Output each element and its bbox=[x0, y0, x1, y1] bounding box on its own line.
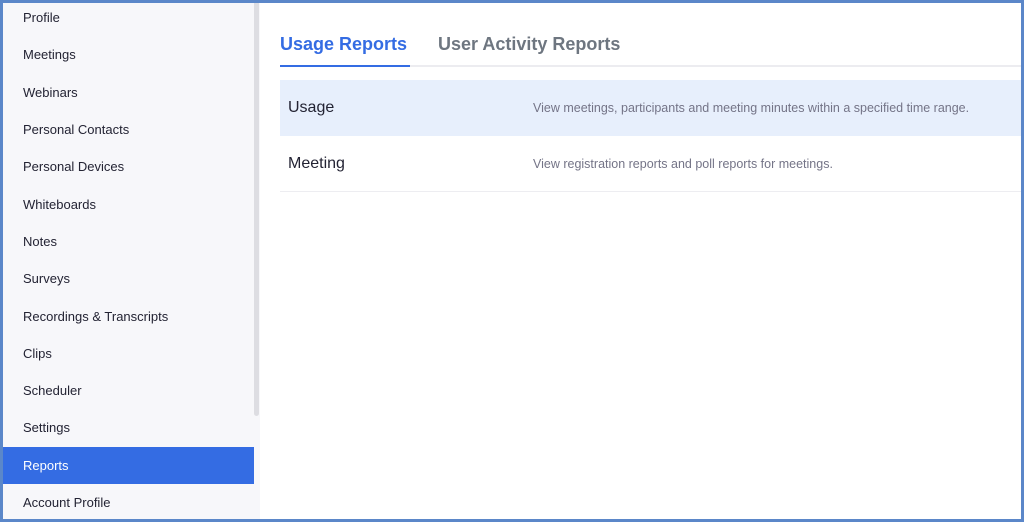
active-tab-indicator bbox=[280, 65, 410, 67]
tab-usage-reports[interactable]: Usage Reports bbox=[280, 34, 407, 55]
app-frame: Profile Meetings Webinars Personal Conta… bbox=[3, 3, 1021, 519]
report-list: Usage View meetings, participants and me… bbox=[280, 80, 1021, 192]
sidebar-item-surveys[interactable]: Surveys bbox=[3, 260, 254, 297]
report-row-meeting[interactable]: Meeting View registration reports and po… bbox=[280, 136, 1021, 192]
sidebar-item-clips[interactable]: Clips bbox=[3, 335, 254, 372]
report-name[interactable]: Meeting bbox=[280, 155, 533, 173]
report-description: View registration reports and poll repor… bbox=[533, 156, 833, 171]
report-name[interactable]: Usage bbox=[280, 99, 533, 117]
sidebar-item-profile[interactable]: Profile bbox=[3, 3, 254, 36]
sidebar-item-meetings[interactable]: Meetings bbox=[3, 36, 254, 73]
sidebar-item-whiteboards[interactable]: Whiteboards bbox=[3, 185, 254, 222]
sidebar-item-notes[interactable]: Notes bbox=[3, 223, 254, 260]
sidebar-list: Profile Meetings Webinars Personal Conta… bbox=[3, 3, 254, 519]
sidebar-item-personal-devices[interactable]: Personal Devices bbox=[3, 148, 254, 185]
tab-user-activity-reports[interactable]: User Activity Reports bbox=[438, 34, 620, 55]
sidebar-item-personal-contacts[interactable]: Personal Contacts bbox=[3, 111, 254, 148]
sidebar-item-account-profile[interactable]: Account Profile bbox=[3, 484, 254, 519]
sidebar-item-reports[interactable]: Reports bbox=[3, 446, 254, 484]
sidebar-scrollbar-thumb[interactable] bbox=[254, 3, 259, 416]
main-content: Usage Reports User Activity Reports Usag… bbox=[280, 3, 1021, 519]
report-description: View meetings, participants and meeting … bbox=[533, 100, 970, 115]
sidebar-item-webinars[interactable]: Webinars bbox=[3, 74, 254, 111]
sidebar-item-recordings-transcripts[interactable]: Recordings & Transcripts bbox=[3, 297, 254, 334]
sidebar-nav: Profile Meetings Webinars Personal Conta… bbox=[3, 3, 260, 519]
report-tabs: Usage Reports User Activity Reports bbox=[280, 3, 1021, 67]
report-row-usage[interactable]: Usage View meetings, participants and me… bbox=[280, 80, 1021, 136]
sidebar-item-settings[interactable]: Settings bbox=[3, 409, 254, 446]
sidebar-item-scheduler[interactable]: Scheduler bbox=[3, 372, 254, 409]
